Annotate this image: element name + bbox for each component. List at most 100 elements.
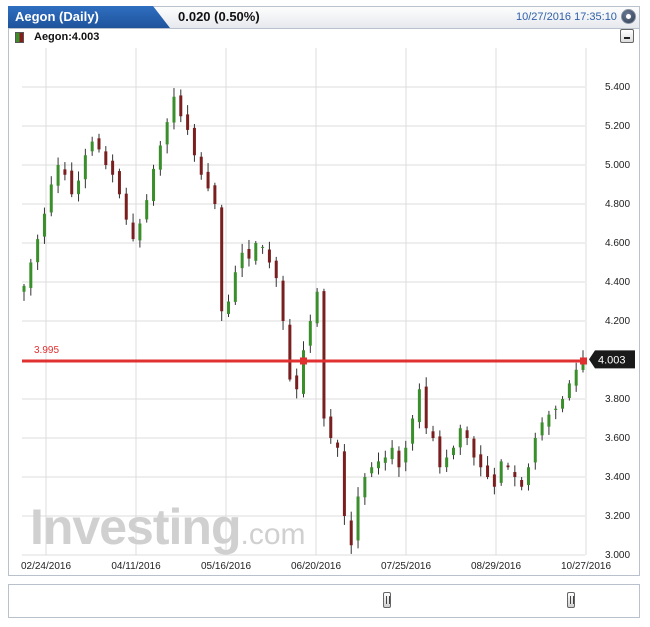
candle-body: [281, 280, 285, 321]
last-price-value: 4.003: [598, 354, 626, 366]
candle-body: [104, 151, 108, 165]
candle-body: [479, 454, 483, 468]
candle-down: [472, 436, 476, 466]
y-tick-label: 5.400: [605, 82, 630, 93]
candle-body: [97, 138, 101, 150]
candle-up: [77, 171, 81, 202]
candle-up: [83, 148, 87, 189]
candle-up: [261, 244, 265, 254]
candle-down: [424, 377, 428, 434]
minimize-button[interactable]: [620, 29, 634, 43]
price-line-label: 3.995: [34, 345, 59, 356]
candle-down: [288, 318, 292, 382]
candle-body: [42, 213, 46, 237]
candle-body: [397, 450, 401, 468]
y-tick-label: 3.800: [605, 394, 630, 405]
y-tick-label: 5.000: [605, 160, 630, 171]
x-tick-label: 06/20/2016: [291, 561, 341, 572]
candle-down: [506, 462, 510, 470]
candle-up: [526, 463, 530, 491]
y-axis-ticks: 5.4005.2005.0004.8004.6004.4004.2004.000…: [605, 82, 630, 561]
candle-down: [479, 445, 483, 477]
candle-body: [247, 248, 251, 259]
candle-up: [458, 424, 462, 455]
candle-body: [288, 324, 292, 380]
candle-body: [22, 285, 26, 292]
candle-body: [274, 260, 278, 279]
candle-body: [83, 155, 87, 180]
x-tick-label: 10/27/2016: [561, 561, 611, 572]
candle-body: [567, 383, 571, 398]
candle-up: [36, 234, 40, 270]
candle-up: [254, 240, 258, 265]
candle-up: [90, 136, 94, 156]
x-tick-label: 05/16/2016: [201, 561, 251, 572]
candle-body: [308, 321, 312, 346]
candle-down: [329, 409, 333, 444]
candle-body: [322, 291, 326, 419]
candle-up: [445, 449, 449, 472]
candle-down: [322, 288, 326, 427]
price-line-anchor: [300, 357, 307, 365]
candle-body: [131, 222, 135, 240]
navigator-left-handle[interactable]: [383, 592, 392, 608]
candle-up: [152, 164, 156, 206]
candle-up: [315, 288, 319, 327]
candle-down: [220, 204, 224, 321]
candle-up: [363, 473, 367, 505]
candle-body: [152, 168, 156, 202]
candle-up: [411, 414, 415, 451]
candle-down: [513, 465, 517, 487]
x-axis-ticks: 02/24/2016 04/11/2016 05/16/2016 06/20/2016…: [21, 561, 611, 572]
candle-up: [22, 283, 26, 301]
candle-body: [192, 127, 196, 156]
candle-down: [520, 477, 524, 491]
candle-body: [547, 414, 551, 427]
y-tick-label: 4.600: [605, 238, 630, 249]
candle-down: [465, 426, 469, 446]
candle-up: [49, 176, 53, 217]
candle-up: [554, 405, 558, 420]
candle-body: [540, 422, 544, 436]
candle-body: [472, 438, 476, 458]
candle-body: [261, 246, 265, 248]
candle-body: [526, 467, 530, 486]
candle-body: [465, 430, 469, 438]
candle-body: [145, 200, 149, 220]
candle-body: [431, 431, 435, 438]
candle-down: [486, 456, 490, 480]
candle-body: [29, 262, 33, 288]
candle-body: [36, 239, 40, 263]
candle-body: [356, 496, 360, 541]
candle-up: [172, 88, 176, 130]
candle-body: [179, 95, 183, 117]
chart-navigator[interactable]: [8, 584, 640, 618]
candle-body: [199, 156, 203, 175]
candle-down: [342, 444, 346, 525]
candle-body: [240, 252, 244, 269]
candle-body: [363, 477, 367, 498]
candle-down: [124, 187, 128, 225]
price-markers: 3.995 4.003: [22, 345, 635, 369]
candle-body: [56, 165, 60, 186]
candle-body: [533, 438, 537, 463]
candle-body: [411, 418, 415, 444]
navigator-right-handle[interactable]: [566, 592, 575, 608]
candle-down: [492, 467, 496, 495]
candle-body: [438, 436, 442, 468]
candle-up: [370, 462, 374, 478]
candle-body: [486, 465, 490, 477]
candle-up: [29, 258, 33, 296]
candle-body: [417, 389, 421, 423]
x-tick-label: 08/29/2016: [471, 561, 521, 572]
watermark-main: Investing: [30, 499, 241, 555]
candle-up: [547, 410, 551, 435]
y-tick-label: 3.400: [605, 472, 630, 483]
y-tick-label: 3.000: [605, 550, 630, 561]
candle-down: [267, 241, 271, 269]
candle-body: [117, 171, 121, 195]
candle-body: [302, 350, 305, 394]
candle-down: [186, 105, 190, 135]
candle-up: [145, 194, 149, 223]
candle-body: [404, 447, 408, 463]
